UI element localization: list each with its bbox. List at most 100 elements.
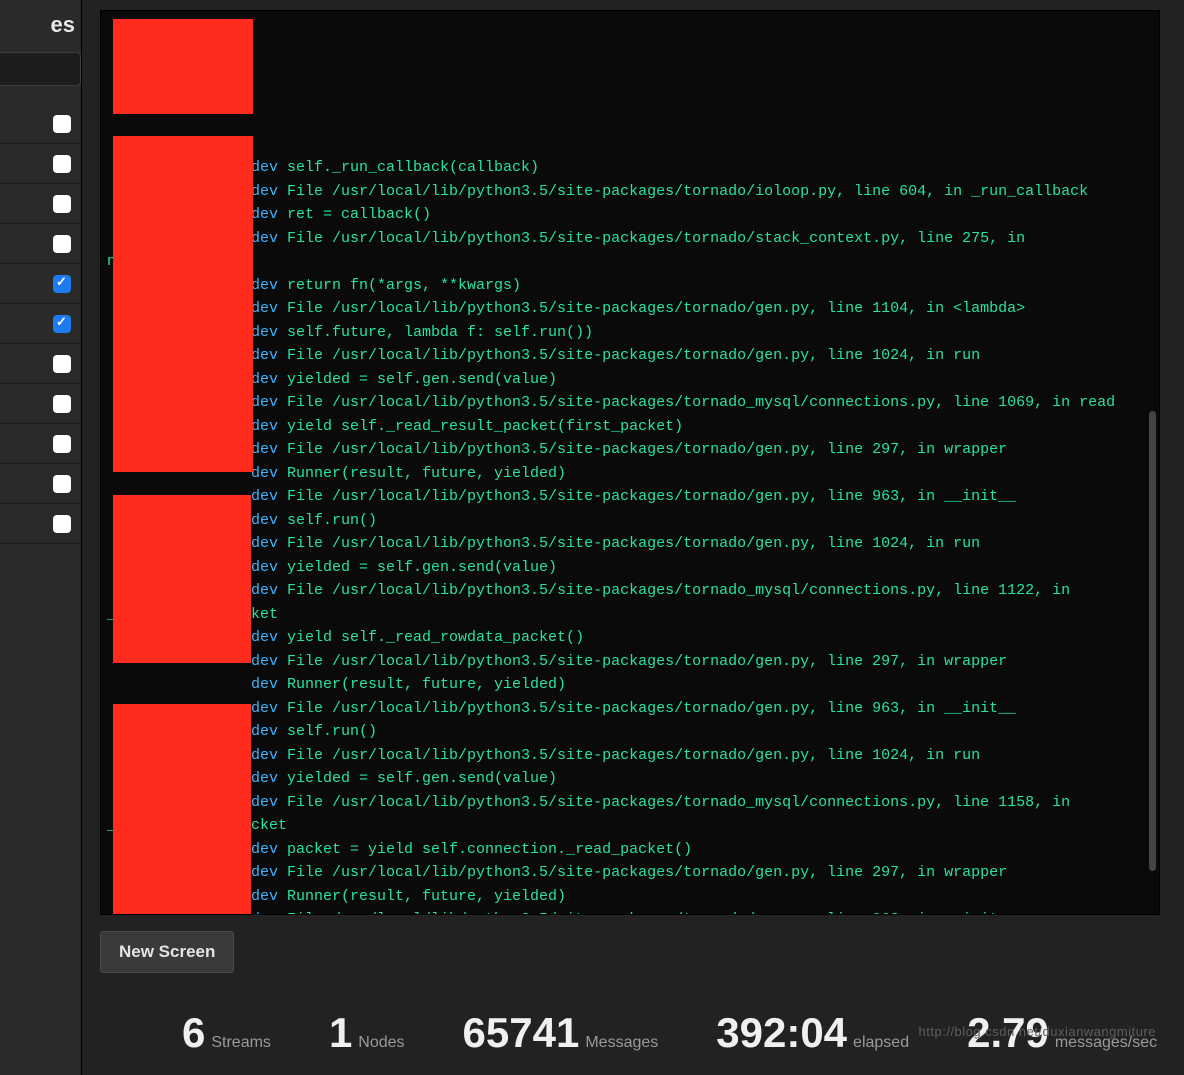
log-line: dev File /usr/local/lib/python3.5/site-p…	[107, 697, 1153, 721]
log-line: dev yielded = self.gen.send(value)	[107, 368, 1153, 392]
log-line: dev File /usr/local/lib/python3.5/site-p…	[107, 297, 1153, 321]
filter-checkbox[interactable]	[53, 235, 71, 253]
log-text: File /usr/local/lib/python3.5/site-packa…	[287, 794, 1070, 811]
log-text: File /usr/local/lib/python3.5/site-packa…	[287, 300, 1025, 317]
filter-checkbox[interactable]	[53, 195, 71, 213]
log-text: File /usr/local/lib/python3.5/site-packa…	[287, 488, 1016, 505]
log-tag: dev	[251, 230, 287, 247]
log-line: dev self.run()	[107, 509, 1153, 533]
log-text: Runner(result, future, yielded)	[287, 676, 566, 693]
log-text: File /usr/local/lib/python3.5/site-packa…	[287, 582, 1070, 599]
log-line: _read_result_packet	[107, 603, 1153, 627]
redacted-block	[113, 136, 253, 472]
log-tag: dev	[251, 159, 287, 176]
sidebar-item[interactable]	[0, 144, 81, 184]
sidebar-item[interactable]	[0, 184, 81, 224]
log-text: File /usr/local/lib/python3.5/site-packa…	[287, 911, 1016, 915]
stat-nodes: 1 Nodes	[329, 1009, 405, 1057]
log-tag: dev	[251, 653, 287, 670]
log-line: dev File /usr/local/lib/python3.5/site-p…	[107, 485, 1153, 509]
sidebar-item[interactable]	[0, 384, 81, 424]
sidebar-item[interactable]	[0, 224, 81, 264]
redacted-block	[113, 704, 251, 915]
log-text: Runner(result, future, yielded)	[287, 465, 566, 482]
stat-elapsed: 392:04 elapsed	[716, 1009, 909, 1057]
filter-checkbox[interactable]	[53, 395, 71, 413]
log-tag: dev	[251, 441, 287, 458]
log-line: dev yielded = self.gen.send(value)	[107, 767, 1153, 791]
log-pane[interactable]: dev self._run_callback(callback)dev File…	[100, 10, 1160, 915]
log-line: dev Runner(result, future, yielded)	[107, 673, 1153, 697]
log-text: File /usr/local/lib/python3.5/site-packa…	[287, 441, 1007, 458]
log-tag: dev	[251, 770, 287, 787]
log-tag: dev	[251, 183, 287, 200]
new-screen-button[interactable]: New Screen	[100, 931, 234, 973]
sidebar-item[interactable]	[0, 264, 81, 304]
log-line: dev self.future, lambda f: self.run())	[107, 321, 1153, 345]
log-tag: dev	[251, 629, 287, 646]
filter-checkbox[interactable]	[53, 315, 71, 333]
log-tag: dev	[251, 535, 287, 552]
log-text: self.future, lambda f: self.run())	[287, 324, 593, 341]
redacted-block	[113, 19, 253, 114]
filter-checkbox[interactable]	[53, 355, 71, 373]
log-tag: dev	[251, 888, 287, 905]
log-line: dev return fn(*args, **kwargs)	[107, 274, 1153, 298]
log-text: Runner(result, future, yielded)	[287, 888, 566, 905]
stat-label: Messages	[585, 1034, 658, 1052]
log-line: dev self.run()	[107, 720, 1153, 744]
filter-checkbox[interactable]	[53, 275, 71, 293]
log-line: dev File /usr/local/lib/python3.5/site-p…	[107, 650, 1153, 674]
scrollbar-thumb[interactable]	[1149, 411, 1156, 871]
log-line: dev File /usr/local/lib/python3.5/site-p…	[107, 579, 1153, 603]
log-text: return fn(*args, **kwargs)	[287, 277, 521, 294]
log-tag: dev	[251, 794, 287, 811]
sidebar-search-input[interactable]	[0, 52, 81, 86]
log-tag: dev	[251, 559, 287, 576]
watermark-text: http://blog.csdn.net/duxianwangmiture	[919, 1024, 1156, 1039]
log-line: _read_rowdata_packet	[107, 814, 1153, 838]
log-text: File /usr/local/lib/python3.5/site-packa…	[287, 700, 1016, 717]
log-line: null_wrapper	[107, 250, 1153, 274]
stat-label: Streams	[211, 1034, 271, 1052]
log-tag: dev	[251, 747, 287, 764]
log-tag: dev	[251, 324, 287, 341]
sidebar-item[interactable]	[0, 304, 81, 344]
log-text: packet = yield self.connection._read_pac…	[287, 841, 692, 858]
log-text: yielded = self.gen.send(value)	[287, 559, 557, 576]
filter-checkbox[interactable]	[53, 115, 71, 133]
log-line: dev yield self._read_rowdata_packet()	[107, 626, 1153, 650]
sidebar-item[interactable]	[0, 424, 81, 464]
filter-checkbox[interactable]	[53, 475, 71, 493]
sidebar-item[interactable]	[0, 464, 81, 504]
log-line: dev ret = callback()	[107, 203, 1153, 227]
log-tag: dev	[251, 864, 287, 881]
sidebar-item[interactable]	[0, 504, 81, 544]
sidebar-item[interactable]	[0, 104, 81, 144]
log-line: dev File /usr/local/lib/python3.5/site-p…	[107, 791, 1153, 815]
sidebar-item[interactable]	[0, 344, 81, 384]
log-line: dev packet = yield self.connection._read…	[107, 838, 1153, 862]
log-tag: dev	[251, 347, 287, 364]
log-line: dev File /usr/local/lib/python3.5/site-p…	[107, 532, 1153, 556]
log-text: self.run()	[287, 723, 377, 740]
filter-checkbox[interactable]	[53, 435, 71, 453]
log-text: File /usr/local/lib/python3.5/site-packa…	[287, 535, 980, 552]
log-tag: dev	[251, 700, 287, 717]
log-text: yield self._read_rowdata_packet()	[287, 629, 584, 646]
log-text: File /usr/local/lib/python3.5/site-packa…	[287, 183, 1088, 200]
log-line: dev File /usr/local/lib/python3.5/site-p…	[107, 391, 1153, 415]
log-content: dev self._run_callback(callback)dev File…	[107, 15, 1153, 915]
log-text: yield self._read_result_packet(first_pac…	[287, 418, 683, 435]
sidebar-heading: es	[0, 0, 81, 52]
log-text: File /usr/local/lib/python3.5/site-packa…	[287, 347, 980, 364]
log-tag: dev	[251, 394, 287, 411]
log-text: ret = callback()	[287, 206, 431, 223]
log-text: self._run_callback(callback)	[287, 159, 539, 176]
log-text: File /usr/local/lib/python3.5/site-packa…	[287, 394, 1115, 411]
stat-messages: 65741 Messages	[463, 1009, 659, 1057]
log-text: File /usr/local/lib/python3.5/site-packa…	[287, 653, 1007, 670]
filter-checkbox[interactable]	[53, 515, 71, 533]
log-line: dev yield self._read_result_packet(first…	[107, 415, 1153, 439]
filter-checkbox[interactable]	[53, 155, 71, 173]
